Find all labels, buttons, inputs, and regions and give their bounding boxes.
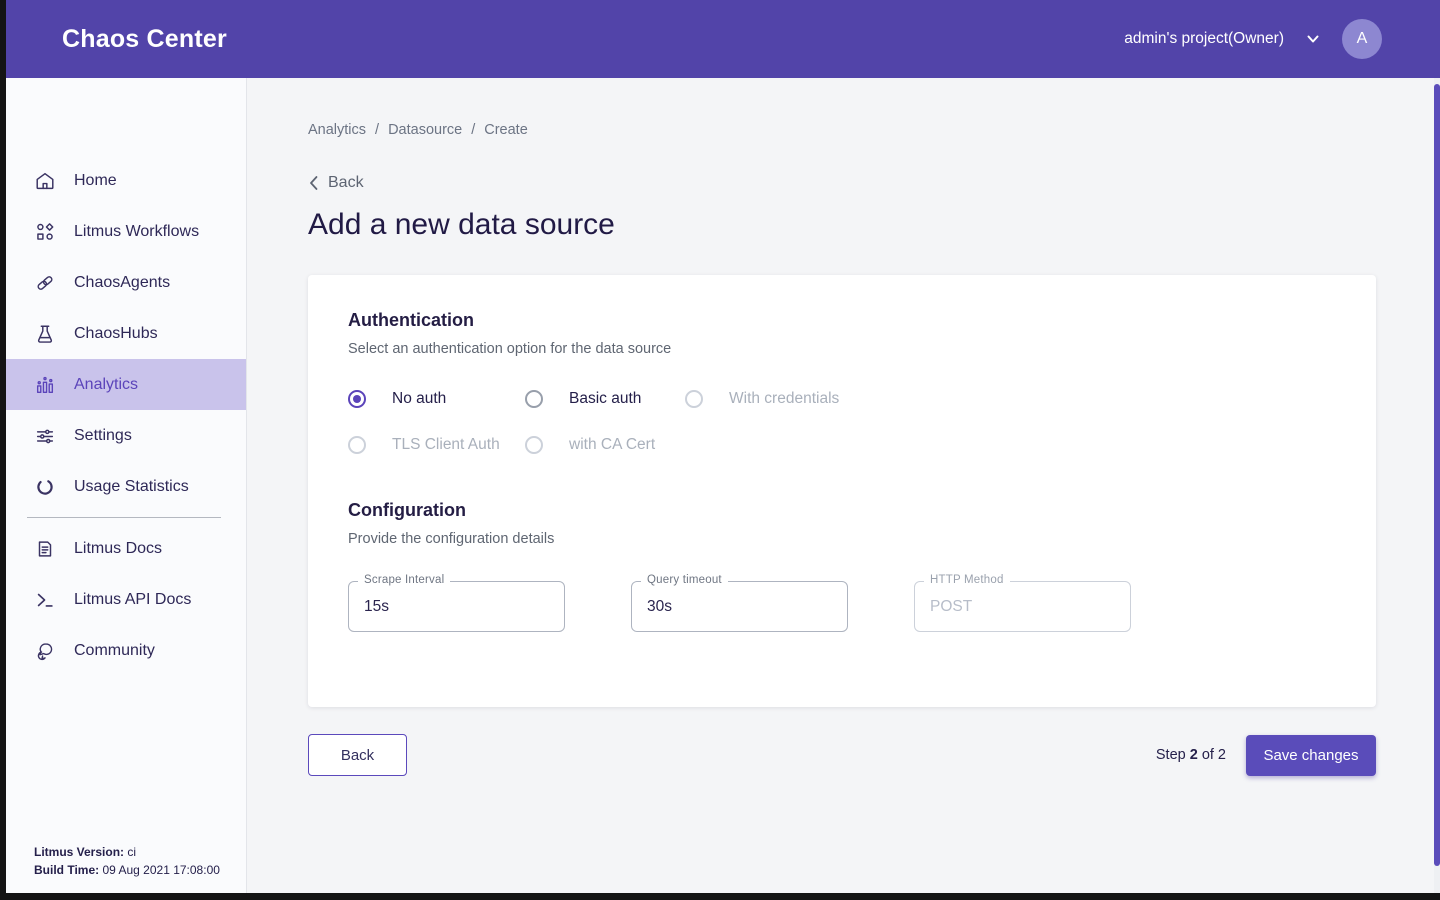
breadcrumb-separator: / — [471, 122, 475, 138]
http-method-label: HTTP Method — [924, 574, 1010, 586]
scrape-interval-field: Scrape Interval — [348, 581, 565, 632]
sidebar-item-chaosagents[interactable]: ChaosAgents — [0, 257, 246, 308]
page-title: Add a new data source — [308, 208, 1376, 242]
main-content: Analytics / Datasource / Create Back Add… — [247, 78, 1440, 893]
radio-selected-icon — [348, 390, 366, 408]
breadcrumb: Analytics / Datasource / Create — [308, 122, 1376, 138]
sidebar-item-label: ChaosAgents — [74, 274, 170, 292]
scrollbar-track — [1434, 78, 1440, 893]
api-docs-icon — [34, 589, 56, 611]
sidebar-item-settings[interactable]: Settings — [0, 410, 246, 461]
breadcrumb-separator: / — [375, 122, 379, 138]
sidebar-item-home[interactable]: Home — [0, 155, 246, 206]
configuration-section-title: Configuration — [348, 500, 1336, 521]
radio-label: TLS Client Auth — [392, 436, 500, 454]
radio-label: with CA Cert — [569, 436, 655, 454]
app-title: Chaos Center — [62, 25, 227, 54]
workflows-icon — [34, 221, 56, 243]
sidebar-item-label: Litmus API Docs — [74, 591, 191, 609]
sidebar-item-community[interactable]: Community — [0, 625, 246, 676]
app-header: Chaos Center admin's project(Owner) A — [0, 0, 1440, 78]
back-link-label: Back — [328, 174, 364, 192]
radio-label: No auth — [392, 390, 446, 408]
radio-label: Basic auth — [569, 390, 641, 408]
breadcrumb-datasource[interactable]: Datasource — [388, 122, 462, 138]
sidebar-item-label: Settings — [74, 427, 132, 445]
sidebar-item-label: Home — [74, 172, 117, 190]
window-edge-bottom — [0, 893, 1440, 900]
sidebar-item-chaoshubs[interactable]: ChaosHubs — [0, 308, 246, 359]
radio-with-credentials: With credentials — [685, 390, 839, 408]
sidebar-item-label: ChaosHubs — [74, 325, 158, 343]
datasource-form-card: Authentication Select an authentication … — [308, 275, 1376, 707]
breadcrumb-create[interactable]: Create — [484, 122, 528, 138]
form-footer: Back Step2of 2 Save changes — [308, 734, 1376, 776]
sidebar: Home Litmus Workflows — [0, 78, 247, 893]
chevron-left-icon — [308, 175, 319, 191]
authentication-section-title: Authentication — [348, 310, 1336, 331]
sidebar-footer: Litmus Version: ci Build Time: 09 Aug 20… — [34, 843, 220, 879]
radio-label: With credentials — [729, 390, 839, 408]
sidebar-item-analytics[interactable]: Analytics — [0, 359, 246, 410]
radio-unselected-icon — [525, 390, 543, 408]
usage-icon — [34, 476, 56, 498]
sidebar-item-label: Usage Statistics — [74, 478, 189, 496]
auth-options-row-1: No auth Basic auth With credentials — [348, 390, 1336, 408]
scrollbar-thumb[interactable] — [1434, 84, 1440, 866]
settings-icon — [34, 425, 56, 447]
http-method-input[interactable] — [915, 582, 1130, 631]
breadcrumb-analytics[interactable]: Analytics — [308, 122, 366, 138]
authentication-section-subtitle: Select an authentication option for the … — [348, 341, 1336, 357]
sidebar-item-litmus-docs[interactable]: Litmus Docs — [0, 523, 246, 574]
radio-no-auth[interactable]: No auth — [348, 390, 525, 408]
back-link[interactable]: Back — [308, 174, 1376, 192]
radio-with-ca-cert: with CA Cert — [525, 436, 655, 454]
radio-basic-auth[interactable]: Basic auth — [525, 390, 685, 408]
configuration-fields: Scrape Interval Query timeout HTTP Metho… — [348, 581, 1336, 632]
hubs-icon — [34, 323, 56, 345]
sidebar-divider — [27, 517, 221, 518]
litmus-version-line: Litmus Version: ci — [34, 843, 220, 861]
configuration-section-subtitle: Provide the configuration details — [348, 531, 1336, 547]
sidebar-item-label: Analytics — [74, 376, 138, 394]
radio-disabled-icon — [525, 436, 543, 454]
analytics-icon — [34, 374, 56, 396]
radio-disabled-icon — [685, 390, 703, 408]
query-timeout-field: Query timeout — [631, 581, 848, 632]
radio-disabled-icon — [348, 436, 366, 454]
scrape-interval-label: Scrape Interval — [358, 574, 450, 586]
sidebar-item-label: Community — [74, 642, 155, 660]
docs-icon — [34, 538, 56, 560]
sidebar-item-litmus-api-docs[interactable]: Litmus API Docs — [0, 574, 246, 625]
auth-options-row-2: TLS Client Auth with CA Cert — [348, 436, 1336, 454]
build-time-line: Build Time: 09 Aug 2021 17:08:00 — [34, 861, 220, 879]
back-button[interactable]: Back — [308, 734, 407, 776]
radio-tls-client-auth: TLS Client Auth — [348, 436, 525, 454]
sidebar-item-litmus-workflows[interactable]: Litmus Workflows — [0, 206, 246, 257]
sidebar-item-label: Litmus Workflows — [74, 223, 199, 241]
query-timeout-input[interactable] — [632, 582, 847, 631]
agents-icon — [34, 272, 56, 294]
scrape-interval-input[interactable] — [349, 582, 564, 631]
query-timeout-label: Query timeout — [641, 574, 728, 586]
sidebar-item-label: Litmus Docs — [74, 540, 162, 558]
step-indicator: Step2of 2 — [1156, 747, 1226, 763]
home-icon — [34, 170, 56, 192]
sidebar-item-usage-statistics[interactable]: Usage Statistics — [0, 461, 246, 512]
chevron-down-icon — [1306, 32, 1320, 46]
window-edge-left — [0, 0, 6, 900]
project-selector-label: admin's project(Owner) — [1124, 30, 1284, 48]
avatar-letter: A — [1357, 30, 1368, 48]
avatar[interactable]: A — [1342, 19, 1382, 59]
community-icon — [34, 640, 56, 662]
project-selector[interactable]: admin's project(Owner) — [1124, 30, 1320, 48]
http-method-field: HTTP Method — [914, 581, 1131, 632]
save-changes-button[interactable]: Save changes — [1246, 735, 1376, 776]
